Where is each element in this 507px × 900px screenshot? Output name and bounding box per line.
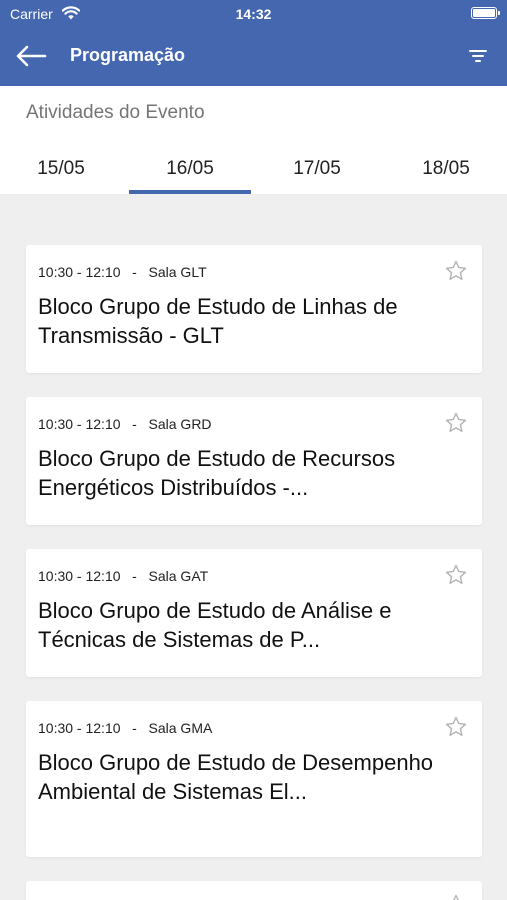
star-icon[interactable] <box>444 563 468 587</box>
back-arrow-icon[interactable] <box>14 42 48 70</box>
activity-title: Bloco Grupo de Estudo de Recursos Energé… <box>38 446 396 500</box>
activity-room: Sala GLT <box>148 264 207 280</box>
star-icon[interactable] <box>444 893 468 900</box>
activity-time: 10:30 - 12:10 <box>38 264 121 280</box>
activity-title: Bloco Grupo de Estudo de Análise e Técni… <box>38 598 392 652</box>
activity-room: Sala GRD <box>148 416 212 432</box>
filter-icon[interactable] <box>467 45 489 67</box>
activity-card[interactable]: 10:30 - 12:10 - Sala GRD Bloco Grupo de … <box>26 397 482 525</box>
star-icon[interactable] <box>444 411 468 435</box>
subheader: Atividades do Evento 15/05 16/05 17/05 1… <box>0 86 507 194</box>
activity-time: 10:30 - 12:10 <box>38 416 121 432</box>
activity-time-room: 10:30 - 12:10 - Sala GLT <box>38 264 207 280</box>
star-icon[interactable] <box>444 259 468 283</box>
battery-icon <box>471 7 500 19</box>
activity-card[interactable]: 10:30 - 12:10 - Sala GLT Bloco Grupo de … <box>26 245 482 373</box>
section-title: Atividades do Evento <box>26 102 205 123</box>
tab-15-05[interactable]: 15/05 <box>0 146 122 194</box>
tab-16-05[interactable]: 16/05 <box>129 146 251 194</box>
tab-17-05[interactable]: 17/05 <box>256 146 378 194</box>
app-header: Carrier 14:32 Programação <box>0 0 507 86</box>
activity-card[interactable]: 10:30 - 12:10 - Sala GAT Bloco Grupo de … <box>26 549 482 677</box>
status-bar: Carrier 14:32 <box>0 0 507 28</box>
date-tabs: 15/05 16/05 17/05 18/05 <box>0 146 507 194</box>
activity-title: Bloco Grupo de Estudo de Linhas de Trans… <box>38 294 398 348</box>
activity-time: 10:30 - 12:10 <box>38 568 121 584</box>
activity-time-room: 10:30 - 12:10 - Sala GAT <box>38 568 209 584</box>
activity-card[interactable]: 10:30 - 12:10 - Sala GMA Bloco Grupo de … <box>26 701 482 857</box>
activity-title: Bloco Grupo de Estudo de Desempenho Ambi… <box>38 750 434 804</box>
star-icon[interactable] <box>444 715 468 739</box>
tab-18-05[interactable]: 18/05 <box>385 146 507 194</box>
activity-time-room: 10:30 - 12:10 - Sala GMA <box>38 720 213 736</box>
nav-bar: Programação <box>0 28 507 86</box>
activity-time: 10:30 - 12:10 <box>38 720 121 736</box>
activity-room: Sala GAT <box>148 568 209 584</box>
clock: 14:32 <box>235 6 272 22</box>
activity-card-partial[interactable] <box>26 881 482 900</box>
activity-room: Sala GMA <box>148 720 213 736</box>
activity-time-room: 10:30 - 12:10 - Sala GRD <box>38 416 212 432</box>
page-title: Programação <box>70 45 186 65</box>
